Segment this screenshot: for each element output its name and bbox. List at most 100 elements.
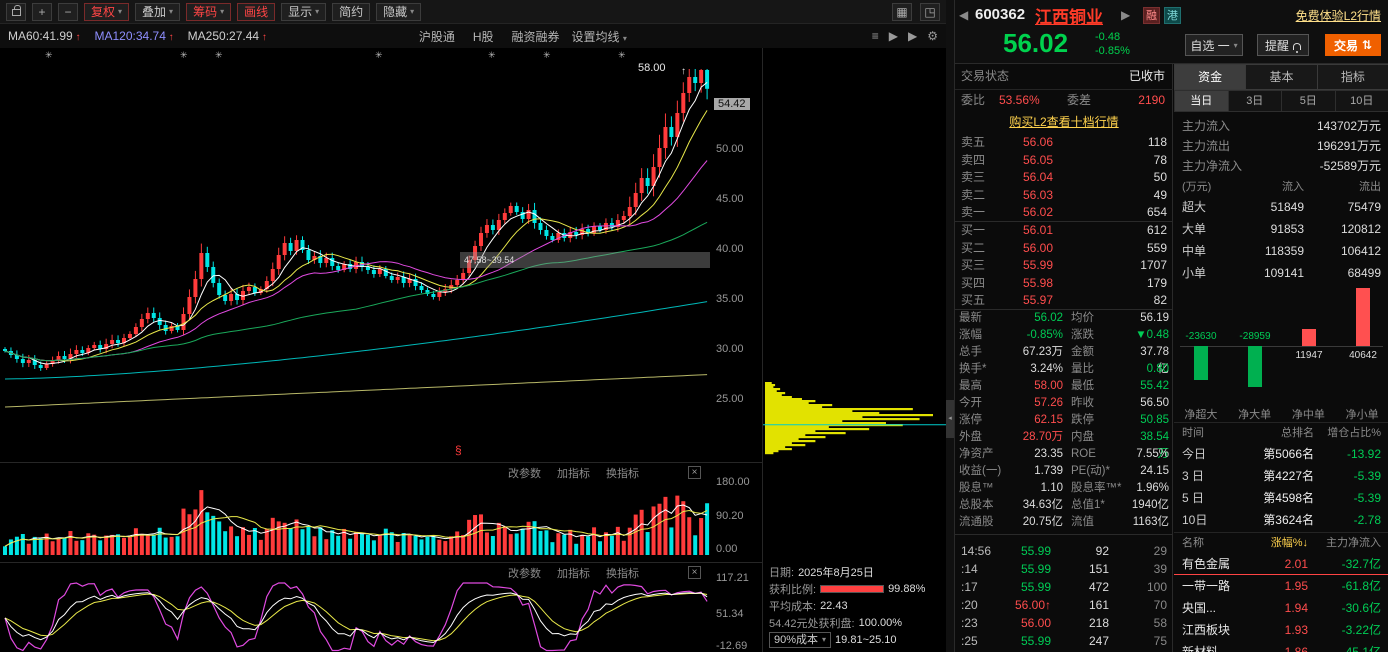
ask-row[interactable]: 卖一 56.02 654 bbox=[955, 204, 1173, 222]
tick-list: 14:56 55.99 92 29:14 55.99 151 39:17 55.99 472 10… bbox=[955, 542, 1173, 650]
rank-header: 时间 总排名 增仓占比% bbox=[1182, 427, 1381, 439]
indicator-axis-label: -12.69 bbox=[716, 640, 748, 652]
pane-menu-换指标[interactable]: 换指标 bbox=[606, 565, 639, 581]
flow-table-row: 中单 118359 106412 bbox=[1182, 244, 1381, 258]
bid-row[interactable]: 买四 55.98 179 bbox=[955, 275, 1173, 293]
pane-menu-改参数[interactable]: 改参数 bbox=[508, 465, 541, 481]
bid-row[interactable]: 买一 56.01 612 bbox=[955, 222, 1173, 240]
sector-row[interactable]: 江西板块 1.93 -3.22亿 bbox=[1174, 619, 1388, 641]
replay-back-icon[interactable]: ▶ bbox=[889, 29, 898, 43]
toolbar-button-显示[interactable]: 显示 ▾ bbox=[281, 2, 327, 21]
bid-row[interactable]: 买三 55.99 1707 bbox=[955, 257, 1173, 275]
market-link-融资融券[interactable]: 融资融券 bbox=[512, 28, 560, 45]
funds-tabs: 资金 基本 指标 bbox=[1174, 64, 1388, 90]
event-marker-icon[interactable]: ✳ bbox=[488, 50, 496, 61]
fund-bar-value: 40642 bbox=[1349, 350, 1377, 361]
grid-view-icon[interactable]: ▦ bbox=[892, 2, 912, 21]
anchor-marker-icon[interactable]: § bbox=[455, 443, 462, 457]
stock-trading-app: + − 复权 ▾ 叠加 ▾ 筹码 ▾ 画线 显示 ▾ 简约 隐藏 ▾ ▦ ◳ MA60:41.99 ↑… bbox=[0, 0, 1388, 652]
toolbar-button-隐藏[interactable]: 隐藏 ▾ bbox=[376, 2, 422, 21]
collapse-panel-button[interactable]: ◂ bbox=[946, 400, 954, 438]
kline-chart-area[interactable]: 54.42 50.00 45.00 40.00 35.00 30.00 25.00 58.… bbox=[0, 48, 762, 462]
set-ma-button[interactable]: 设置均线 ▾ bbox=[572, 28, 627, 45]
last-price: 56.02 bbox=[1003, 28, 1069, 58]
ask-row[interactable]: 卖三 56.04 50 bbox=[955, 169, 1173, 187]
rank-row: 3 日第4227名 -5.39 bbox=[1182, 469, 1381, 483]
sector-row[interactable]: 一带一路 1.95 -61.8亿 bbox=[1174, 575, 1388, 597]
indicator-pane-menu: 改参数 加指标 换指标 bbox=[508, 565, 639, 581]
sector-row[interactable]: 新材料 1.86 -45.1亿 bbox=[1174, 641, 1388, 652]
period-tab-3日[interactable]: 3日 bbox=[1228, 90, 1282, 112]
chip-distribution-panel: 日期: 2025年8月25日 获利比例: 99.88% 平均成本: 22.43 54.… bbox=[762, 48, 947, 652]
weibi-value: 53.56% bbox=[999, 93, 1040, 107]
profit-ratio-bar bbox=[820, 584, 885, 593]
pane-menu-改参数[interactable]: 改参数 bbox=[508, 565, 541, 581]
event-marker-icon[interactable]: ✳ bbox=[375, 50, 383, 61]
sector-table: 名称 涨幅%↓ 主力净流入 有色金属 2.01 -32.7亿 一带一路 1.95 -61.8亿央… bbox=[1174, 532, 1388, 652]
transfer-icon: ⇅ bbox=[1361, 38, 1373, 52]
gear-icon[interactable]: ⚙ bbox=[927, 29, 938, 43]
toolbar-button-画线[interactable]: 画线 bbox=[237, 2, 276, 21]
watchlist-button[interactable]: 自选 一 ▾ bbox=[1185, 34, 1243, 56]
rank-row: 今日 第5066名 -13.92 bbox=[1182, 447, 1381, 461]
period-tab-当日[interactable]: 当日 bbox=[1174, 90, 1229, 112]
stock-name[interactable]: 江西铜业 bbox=[1035, 3, 1103, 28]
market-link-沪股通[interactable]: 沪股通 bbox=[419, 28, 455, 45]
tab-资金[interactable]: 资金 bbox=[1174, 64, 1247, 90]
fund-bar bbox=[1356, 288, 1370, 346]
zoom-in-button[interactable]: + bbox=[32, 2, 52, 21]
axis-current-label: 54.42 bbox=[714, 98, 750, 110]
price-axis-label: 25.00 bbox=[716, 393, 744, 405]
market-link-H股[interactable]: H股 bbox=[473, 28, 494, 45]
detail-row: 外盘 28.70万 内盘 38.54万 bbox=[959, 431, 1169, 460]
ask-row[interactable]: 卖四 56.05 78 bbox=[955, 152, 1173, 170]
indicator-pane: 改参数 加指标 换指标 × 117.21 51.34 -12.69 bbox=[0, 562, 762, 652]
profit-ratio-label: 获利比例: bbox=[769, 583, 817, 596]
period-tab-5日[interactable]: 5日 bbox=[1282, 90, 1336, 112]
replay-forward-icon[interactable]: ▶ bbox=[908, 29, 917, 43]
alert-button[interactable]: 提醒 bbox=[1257, 34, 1309, 56]
period-tab-10日[interactable]: 10日 bbox=[1335, 90, 1388, 112]
bid-row[interactable]: 买五 55.97 82 bbox=[955, 292, 1173, 310]
sector-row[interactable]: 央国... 1.94 -30.6亿 bbox=[1174, 597, 1388, 619]
fullscreen-icon[interactable]: ◳ bbox=[920, 2, 940, 21]
chart-toolbar: + − 复权 ▾ 叠加 ▾ 筹码 ▾ 画线 显示 ▾ 简约 隐藏 ▾ ▦ ◳ bbox=[0, 0, 946, 24]
toolbar-button-筹码[interactable]: 筹码 ▾ bbox=[186, 2, 232, 21]
price-axis-label: 35.00 bbox=[716, 293, 744, 305]
event-marker-icon[interactable]: ✳ bbox=[215, 50, 223, 61]
prev-stock-button[interactable]: ◀ bbox=[959, 8, 968, 22]
close-volume-pane-button[interactable]: × bbox=[688, 466, 701, 479]
flow-row: 主力净流入 -52589万元 bbox=[1182, 159, 1381, 173]
detail-row: 涨幅 -0.85% 涨跌 ▼0.48 bbox=[959, 329, 1169, 341]
event-marker-icon[interactable]: ✳ bbox=[618, 50, 626, 61]
zoom-out-button[interactable]: − bbox=[58, 2, 78, 21]
event-marker-icon[interactable]: ✳ bbox=[45, 50, 53, 61]
bid-row[interactable]: 买二 56.00 559 bbox=[955, 240, 1173, 258]
close-indicator-pane-button[interactable]: × bbox=[688, 566, 701, 579]
cost-range-dropdown[interactable]: 90%成本 ▾ bbox=[769, 631, 832, 648]
event-marker-icon[interactable]: ✳ bbox=[543, 50, 551, 61]
sector-row[interactable]: 有色金属 2.01 -32.7亿 bbox=[1174, 553, 1388, 575]
align-icon[interactable]: ≡ bbox=[872, 29, 879, 43]
pane-menu-加指标[interactable]: 加指标 bbox=[557, 565, 590, 581]
tab-基本[interactable]: 基本 bbox=[1246, 64, 1318, 90]
ask-row[interactable]: 卖五 56.06 118 bbox=[955, 134, 1173, 152]
status-label: 交易状态 bbox=[961, 69, 1010, 83]
fund-bar-value: -23630 bbox=[1185, 331, 1217, 342]
ask-row[interactable]: 卖二 56.03 49 bbox=[955, 187, 1173, 205]
tab-指标[interactable]: 指标 bbox=[1317, 64, 1388, 90]
cost-range-value: 19.81~25.10 bbox=[835, 633, 897, 646]
toolbar-button-复权[interactable]: 复权 ▾ bbox=[84, 2, 130, 21]
pane-menu-加指标[interactable]: 加指标 bbox=[557, 465, 590, 481]
next-stock-button[interactable]: ▶ bbox=[1121, 8, 1130, 22]
trade-button[interactable]: 交易 ⇅ bbox=[1325, 34, 1381, 56]
pane-menu-换指标[interactable]: 换指标 bbox=[606, 465, 639, 481]
buy-l2-link[interactable]: 购买L2查看十档行情 bbox=[955, 112, 1173, 132]
toolbar-button-叠加[interactable]: 叠加 ▾ bbox=[135, 2, 181, 21]
event-marker-icon[interactable]: ✳ bbox=[180, 50, 188, 61]
l2-trial-link[interactable]: 免费体验L2行情 bbox=[1296, 7, 1381, 24]
lock-icon[interactable] bbox=[6, 2, 26, 21]
fund-bar-label: 净超大 bbox=[1184, 409, 1218, 421]
volume-pane: 改参数 加指标 换指标 × 180.00 90.20 0.00 bbox=[0, 462, 762, 562]
toolbar-button-简约[interactable]: 简约 bbox=[332, 2, 371, 21]
